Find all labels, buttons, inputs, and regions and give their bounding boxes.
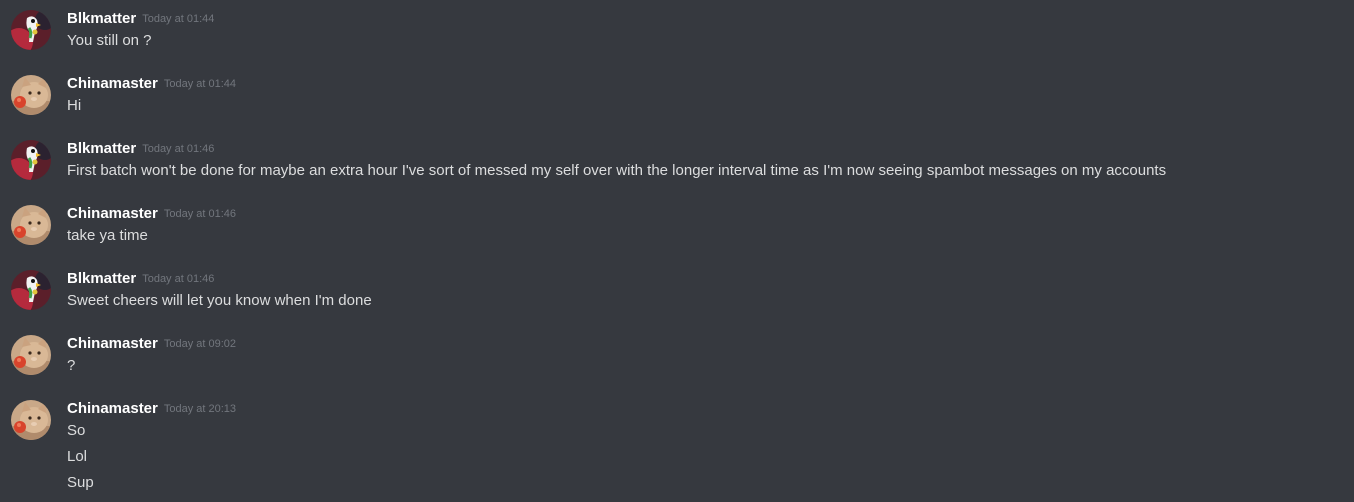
message-header: Blkmatter Today at 01:44 <box>67 9 214 30</box>
username[interactable]: Chinamaster <box>67 335 158 352</box>
message-content: First batch won't be done for maybe an e… <box>67 161 1166 181</box>
message-text: Hi <box>67 97 82 114</box>
cat-avatar-icon[interactable] <box>11 400 51 440</box>
message-text: ? <box>67 357 76 374</box>
username[interactable]: Chinamaster <box>67 205 158 222</box>
message-header: Chinamaster Today at 20:13 <box>67 399 236 420</box>
message-text: You still on ? <box>67 32 152 49</box>
message-content: ? <box>67 356 75 376</box>
parrot-avatar-icon[interactable] <box>11 270 51 310</box>
message-text: take ya time <box>67 227 148 244</box>
username[interactable]: Blkmatter <box>67 10 136 27</box>
parrot-avatar-icon[interactable] <box>11 10 51 50</box>
timestamp: Today at 01:46 <box>163 208 237 220</box>
username[interactable]: Blkmatter <box>67 140 136 157</box>
cat-avatar-icon[interactable] <box>11 75 51 115</box>
message-header: Blkmatter Today at 01:46 <box>67 139 214 160</box>
message-header: Blkmatter Today at 01:46 <box>67 269 214 290</box>
message-content: Hi <box>67 96 81 116</box>
username[interactable]: Chinamaster <box>67 400 158 417</box>
chat-messages: Blkmatter Today at 01:44 You still on ? C… <box>0 0 1354 502</box>
message-text: First batch won't be done for maybe an e… <box>67 162 1167 179</box>
timestamp: Today at 20:13 <box>163 403 237 415</box>
message-header: Chinamaster Today at 09:02 <box>67 334 236 355</box>
timestamp: Today at 09:02 <box>163 338 237 350</box>
message-text: Sup <box>67 474 94 491</box>
message-content: So Lol Sup <box>67 421 94 493</box>
message-text: Lol <box>67 448 88 465</box>
timestamp: Today at 01:44 <box>142 13 215 25</box>
username[interactable]: Chinamaster <box>67 75 158 92</box>
cat-avatar-icon[interactable] <box>11 205 51 245</box>
message-text: Sweet cheers will let you know when I'm … <box>67 292 372 309</box>
message-content: take ya time <box>67 226 148 246</box>
cat-avatar-icon[interactable] <box>11 335 51 375</box>
message-text: So <box>67 422 86 439</box>
message-header: Chinamaster Today at 01:46 <box>67 204 236 225</box>
message-content: Sweet cheers will let you know when I'm … <box>67 291 372 311</box>
parrot-avatar-icon[interactable] <box>11 140 51 180</box>
timestamp: Today at 01:44 <box>163 78 237 90</box>
timestamp: Today at 01:46 <box>142 143 215 155</box>
message-header: Chinamaster Today at 01:44 <box>67 74 236 95</box>
timestamp: Today at 01:46 <box>142 273 215 285</box>
message-content: You still on ? <box>67 31 152 51</box>
username[interactable]: Blkmatter <box>67 270 136 287</box>
